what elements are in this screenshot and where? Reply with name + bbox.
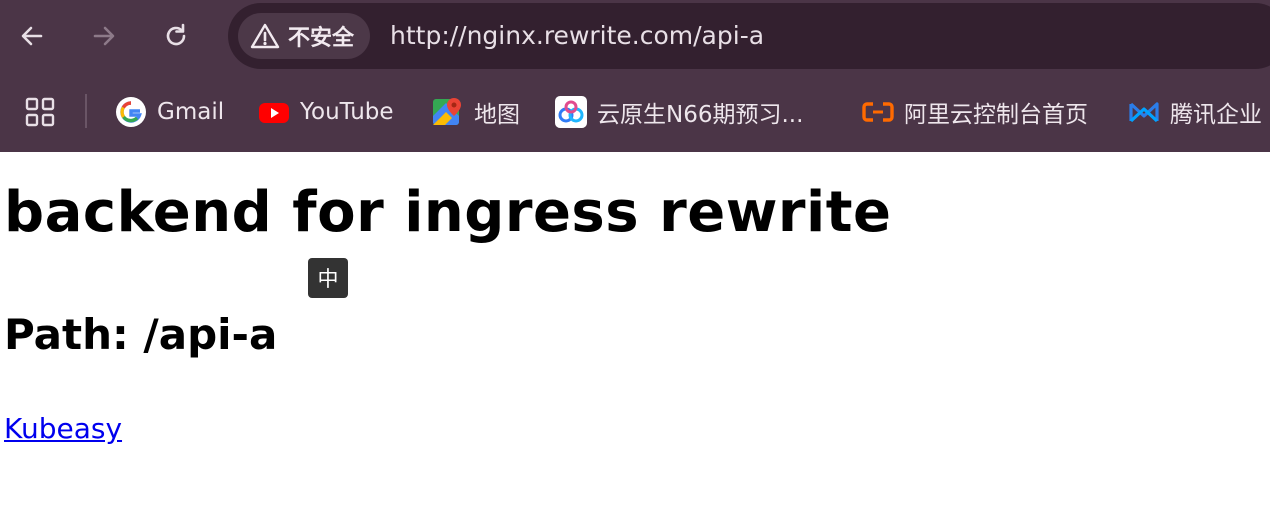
- apps-grid-icon: [25, 97, 55, 127]
- path-heading: Path: /api-a: [4, 310, 278, 359]
- kubeasy-link[interactable]: Kubeasy: [4, 412, 122, 445]
- bookmark-label: 阿里云控制台首页: [904, 102, 1088, 128]
- youtube-icon: [258, 96, 290, 128]
- bookmark-label: 腾讯企业: [1170, 102, 1262, 128]
- ime-indicator: 中: [308, 258, 348, 298]
- page-title: backend for ingress rewrite: [4, 180, 892, 245]
- back-arrow-icon: [21, 26, 43, 46]
- bookmark-label: Gmail: [157, 99, 225, 125]
- baidu-netdisk-icon: [555, 96, 587, 128]
- page-content: backend for ingress rewrite 中 Path: /api…: [0, 152, 1270, 530]
- bookmark-course[interactable]: 云原生N66期预习...: [555, 92, 803, 132]
- bookmarks-divider: [85, 94, 87, 128]
- bookmark-gmail[interactable]: Gmail: [115, 92, 224, 132]
- bookmark-aliyun[interactable]: 阿里云控制台首页: [862, 92, 1088, 132]
- maps-icon: [432, 96, 464, 128]
- aliyun-icon: [862, 96, 894, 128]
- bookmark-tencent[interactable]: 腾讯企业: [1128, 92, 1262, 132]
- security-chip[interactable]: 不安全: [238, 13, 371, 59]
- security-label: 不安全: [288, 26, 355, 51]
- apps-button[interactable]: [20, 92, 60, 132]
- bookmark-maps[interactable]: 地图: [432, 92, 520, 132]
- url-text[interactable]: http://nginx.rewrite.com/api-a: [390, 21, 764, 50]
- browser-toolbar: 不安全 http://nginx.rewrite.com/api-a: [0, 0, 1270, 72]
- warning-icon: [250, 23, 280, 49]
- bookmark-label: YouTube: [300, 99, 394, 125]
- google-icon: [115, 96, 147, 128]
- bookmark-label: 地图: [474, 102, 520, 128]
- browser-chrome: 不安全 http://nginx.rewrite.com/api-a Gmail…: [0, 0, 1270, 152]
- tencent-icon: [1128, 96, 1160, 128]
- reload-button[interactable]: [156, 16, 196, 56]
- forward-arrow-icon: [93, 26, 115, 46]
- bookmark-label: 云原生N66期预习...: [597, 102, 804, 128]
- reload-icon: [166, 23, 186, 46]
- bookmark-youtube[interactable]: YouTube: [258, 92, 394, 132]
- back-button[interactable]: [12, 16, 52, 56]
- address-bar[interactable]: 不安全 http://nginx.rewrite.com/api-a: [228, 3, 1270, 69]
- forward-button[interactable]: [84, 16, 124, 56]
- bookmarks-bar: Gmail YouTube 地图 云原生N66期预习... 阿里云控制台首页 腾…: [0, 72, 1270, 152]
